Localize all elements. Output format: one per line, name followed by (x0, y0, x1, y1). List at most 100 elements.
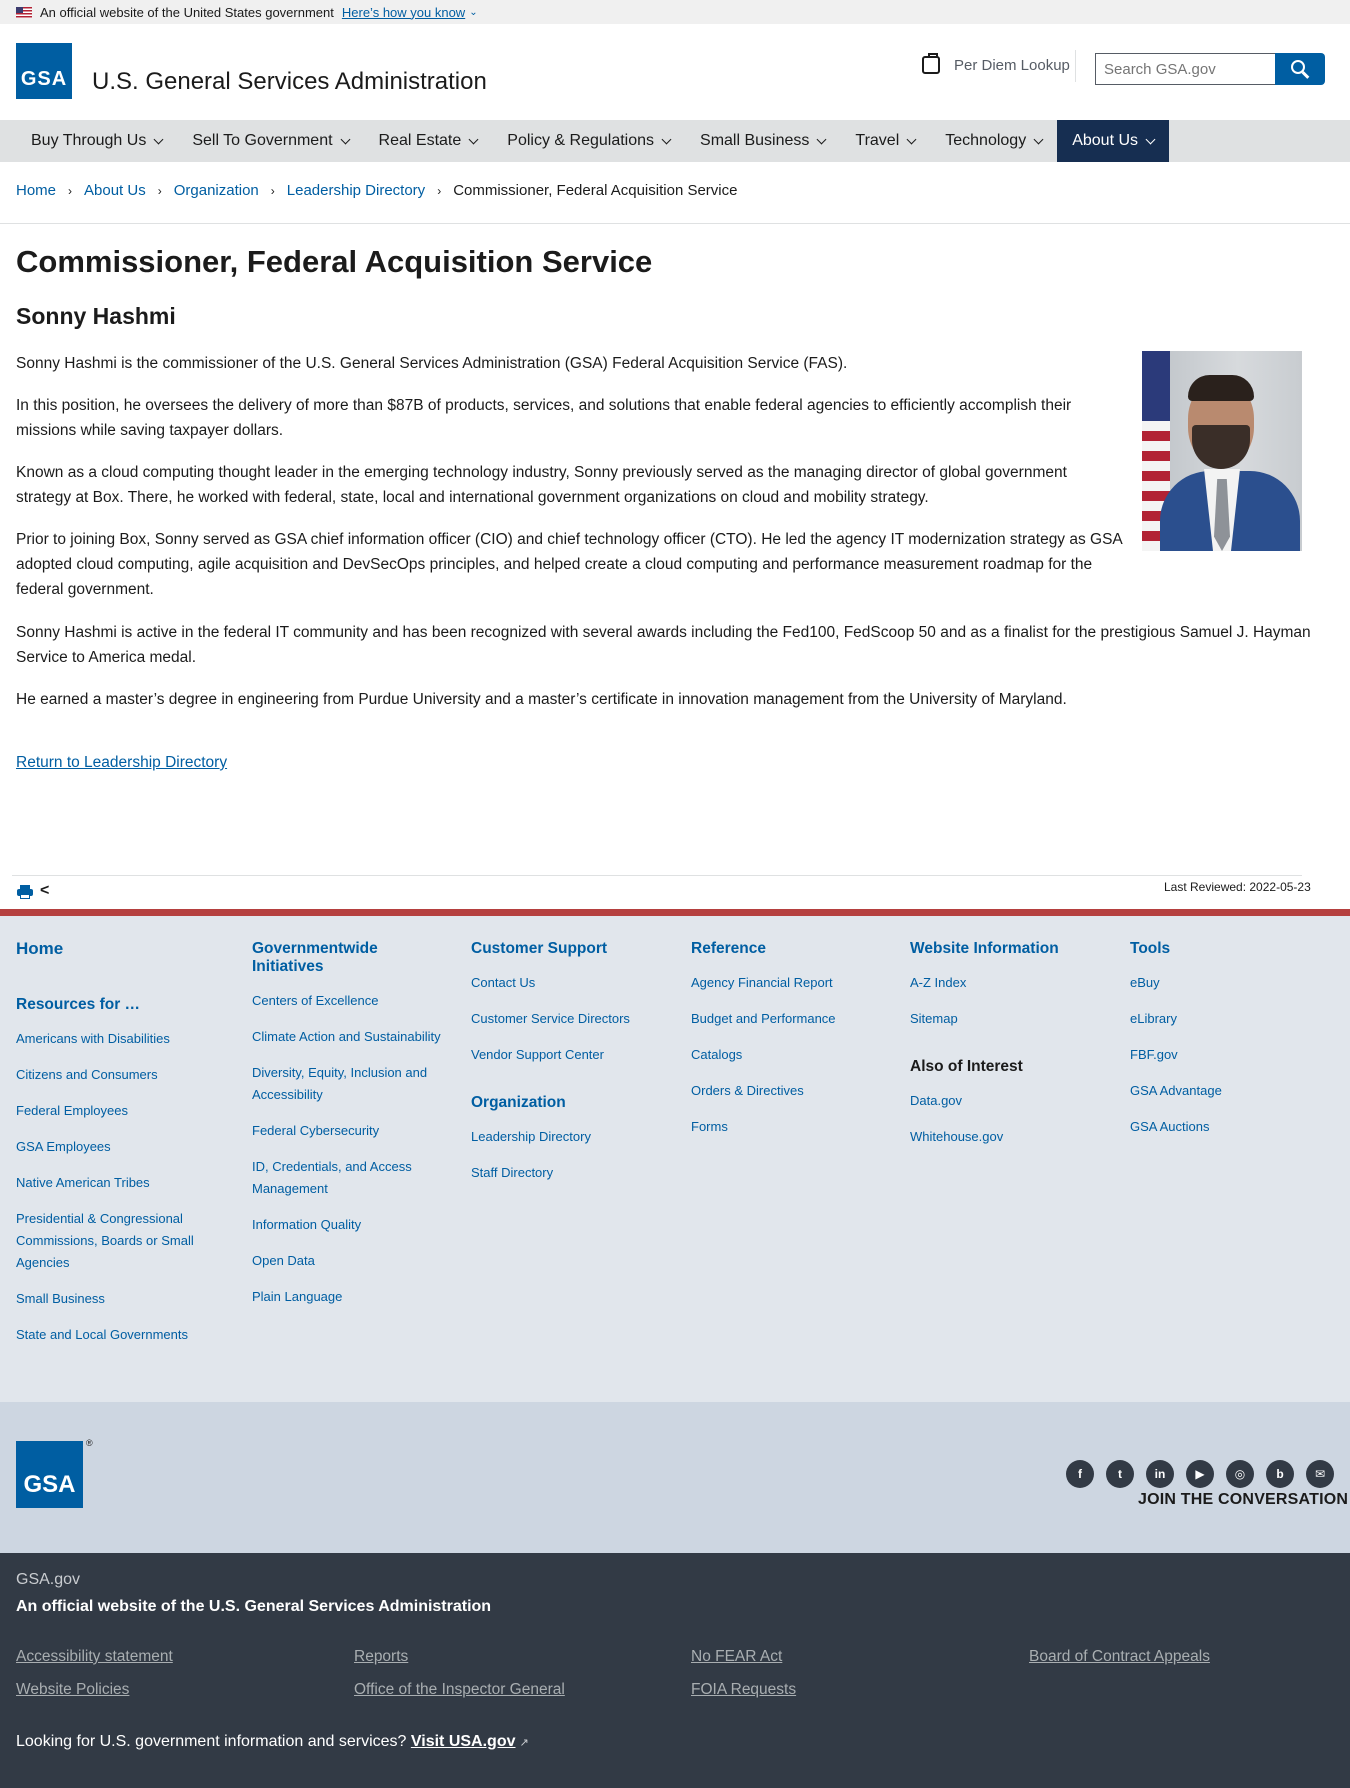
breadcrumb-leadership-directory[interactable]: Leadership Directory (287, 182, 425, 199)
footer-bottom-link[interactable]: Website Policies (16, 1681, 129, 1699)
breadcrumb-home[interactable]: Home (16, 182, 56, 199)
facebook-icon[interactable]: f (1066, 1460, 1094, 1488)
nav-label: Policy & Regulations (507, 132, 655, 149)
footer-link[interactable]: Plain Language (252, 1286, 442, 1308)
footer-bottom-link[interactable]: FOIA Requests (691, 1681, 796, 1699)
footer-bottom-link[interactable]: Reports (354, 1648, 408, 1666)
person-name: Sonny Hashmi (16, 303, 176, 329)
youtube-icon[interactable]: ▶ (1186, 1460, 1214, 1488)
footer-link[interactable]: Presidential & Congressional Commissions… (16, 1208, 226, 1274)
footer-link[interactable]: Customer Service Directors (471, 1008, 671, 1030)
nav-policy-regulations[interactable]: Policy & Regulations (492, 120, 685, 162)
heres-how-you-know-link[interactable]: Here’s how you know (342, 5, 465, 20)
breadcrumb-organization[interactable]: Organization (174, 182, 259, 199)
gsa-logo[interactable]: GSA (16, 43, 72, 99)
footer-link[interactable]: Diversity, Equity, Inclusion and Accessi… (252, 1062, 442, 1106)
breadcrumb-about-us[interactable]: About Us (84, 182, 146, 199)
blog-icon[interactable]: b (1266, 1460, 1294, 1488)
chevron-down-icon[interactable]: ⌄ (469, 7, 477, 18)
footer-link[interactable]: FBF.gov (1130, 1044, 1330, 1066)
footer-link[interactable]: Catalogs (691, 1044, 891, 1066)
footer-heading: Tools (1130, 940, 1171, 957)
nav-technology[interactable]: Technology (930, 120, 1057, 162)
footer-link[interactable]: A-Z Index (910, 972, 1110, 994)
chevron-down-icon (1145, 134, 1156, 144)
footer-link[interactable]: Leadership Directory (471, 1126, 671, 1148)
nav-sell-to-government[interactable]: Sell To Government (177, 120, 363, 162)
instagram-icon[interactable]: ◎ (1226, 1460, 1254, 1488)
footer-link[interactable]: Native American Tribes (16, 1172, 226, 1194)
page-title: Commissioner, Federal Acquisition Servic… (16, 244, 653, 279)
footer-gsa-logo[interactable]: GSA (16, 1441, 83, 1508)
linkedin-icon[interactable]: in (1146, 1460, 1174, 1488)
footer-link[interactable]: Data.gov (910, 1090, 1110, 1112)
footer-link[interactable]: GSA Auctions (1130, 1116, 1330, 1138)
footer-link[interactable]: Forms (691, 1116, 891, 1138)
footer-link[interactable]: Vendor Support Center (471, 1044, 671, 1066)
nav-label: Small Business (700, 132, 810, 149)
footer-site-name: GSA.gov (16, 1571, 81, 1588)
banner-text: An official website of the United States… (40, 4, 334, 20)
footer-link[interactable]: State and Local Governments (16, 1324, 226, 1346)
footer-col-reference: Reference Agency Financial Report Budget… (691, 940, 891, 1138)
footer-link[interactable]: Orders & Directives (691, 1080, 891, 1102)
footer-bottom-link[interactable]: Board of Contract Appeals (1029, 1648, 1210, 1666)
registered-mark: ® (86, 1438, 93, 1448)
email-icon[interactable]: ✉ (1306, 1460, 1334, 1488)
footer-bottom-link[interactable]: No FEAR Act (691, 1648, 782, 1666)
footer-link[interactable]: GSA Employees (16, 1136, 226, 1158)
nav-small-business[interactable]: Small Business (685, 120, 840, 162)
join-the-conversation: JOIN THE CONVERSATION (1138, 1491, 1349, 1508)
external-link-icon: ↗ (519, 1737, 529, 1749)
nav-about-us[interactable]: About Us (1057, 120, 1170, 162)
footer-link[interactable]: Open Data (252, 1250, 442, 1272)
footer-col-website-info: Website Information A-Z Index Sitemap Al… (910, 940, 1110, 1148)
bio-paragraph: In this position, he oversees the delive… (16, 397, 1072, 439)
visit-usa-gov-link[interactable]: Visit USA.gov (411, 1733, 516, 1750)
search-input[interactable] (1095, 53, 1276, 85)
footer-link[interactable]: Agency Financial Report (691, 972, 891, 994)
footer-link[interactable]: Information Quality (252, 1214, 442, 1236)
chevron-down-icon (153, 134, 164, 144)
footer-link[interactable]: Centers of Excellence (252, 990, 442, 1012)
footer-link[interactable]: ID, Credentials, and Access Management (252, 1156, 442, 1200)
footer-link[interactable]: eLibrary (1130, 1008, 1330, 1030)
divider (0, 223, 1350, 224)
footer-link[interactable]: Climate Action and Sustainability (252, 1026, 442, 1048)
footer-link[interactable]: Federal Cybersecurity (252, 1120, 442, 1142)
search-button[interactable] (1275, 53, 1325, 85)
footer-link[interactable]: Federal Employees (16, 1100, 226, 1122)
footer-bottom-link[interactable]: Office of the Inspector General (354, 1681, 565, 1699)
print-icon[interactable] (17, 885, 33, 899)
return-to-leadership-directory-link[interactable]: Return to Leadership Directory (16, 754, 227, 772)
chevron-down-icon (906, 134, 917, 144)
footer-link[interactable]: Staff Directory (471, 1162, 671, 1184)
chevron-right-icon: › (270, 183, 275, 198)
footer-home-link[interactable]: Home (16, 939, 63, 958)
per-diem-lookup-link[interactable]: Per Diem Lookup (922, 53, 1070, 74)
header-divider (1075, 50, 1076, 82)
chevron-down-icon (468, 134, 479, 144)
nav-travel[interactable]: Travel (840, 120, 930, 162)
footer-bottom-link[interactable]: Accessibility statement (16, 1648, 173, 1666)
footer-link[interactable]: Citizens and Consumers (16, 1064, 226, 1086)
nav-label: About Us (1072, 132, 1139, 149)
site-title[interactable]: U.S. General Services Administration (92, 68, 487, 96)
share-icon[interactable]: < (40, 882, 49, 900)
footer-link[interactable]: Sitemap (910, 1008, 1110, 1030)
suitcase-icon (922, 53, 940, 74)
footer-link[interactable]: GSA Advantage (1130, 1080, 1330, 1102)
us-flag-icon (16, 6, 32, 18)
nav-buy-through-us[interactable]: Buy Through Us (16, 120, 177, 162)
twitter-icon[interactable]: t (1106, 1460, 1134, 1488)
footer-heading: Governmentwide Initiatives (252, 940, 378, 975)
footer-link[interactable]: Whitehouse.gov (910, 1126, 1110, 1148)
footer-link[interactable]: Contact Us (471, 972, 671, 994)
footer-link[interactable]: Small Business (16, 1288, 226, 1310)
chevron-down-icon (1033, 134, 1044, 144)
footer-link[interactable]: Budget and Performance (691, 1008, 891, 1030)
social-links: f t in ▶ ◎ b ✉ (1066, 1460, 1334, 1488)
nav-real-estate[interactable]: Real Estate (364, 120, 493, 162)
footer-link[interactable]: Americans with Disabilities (16, 1028, 226, 1050)
footer-link[interactable]: eBuy (1130, 972, 1330, 994)
